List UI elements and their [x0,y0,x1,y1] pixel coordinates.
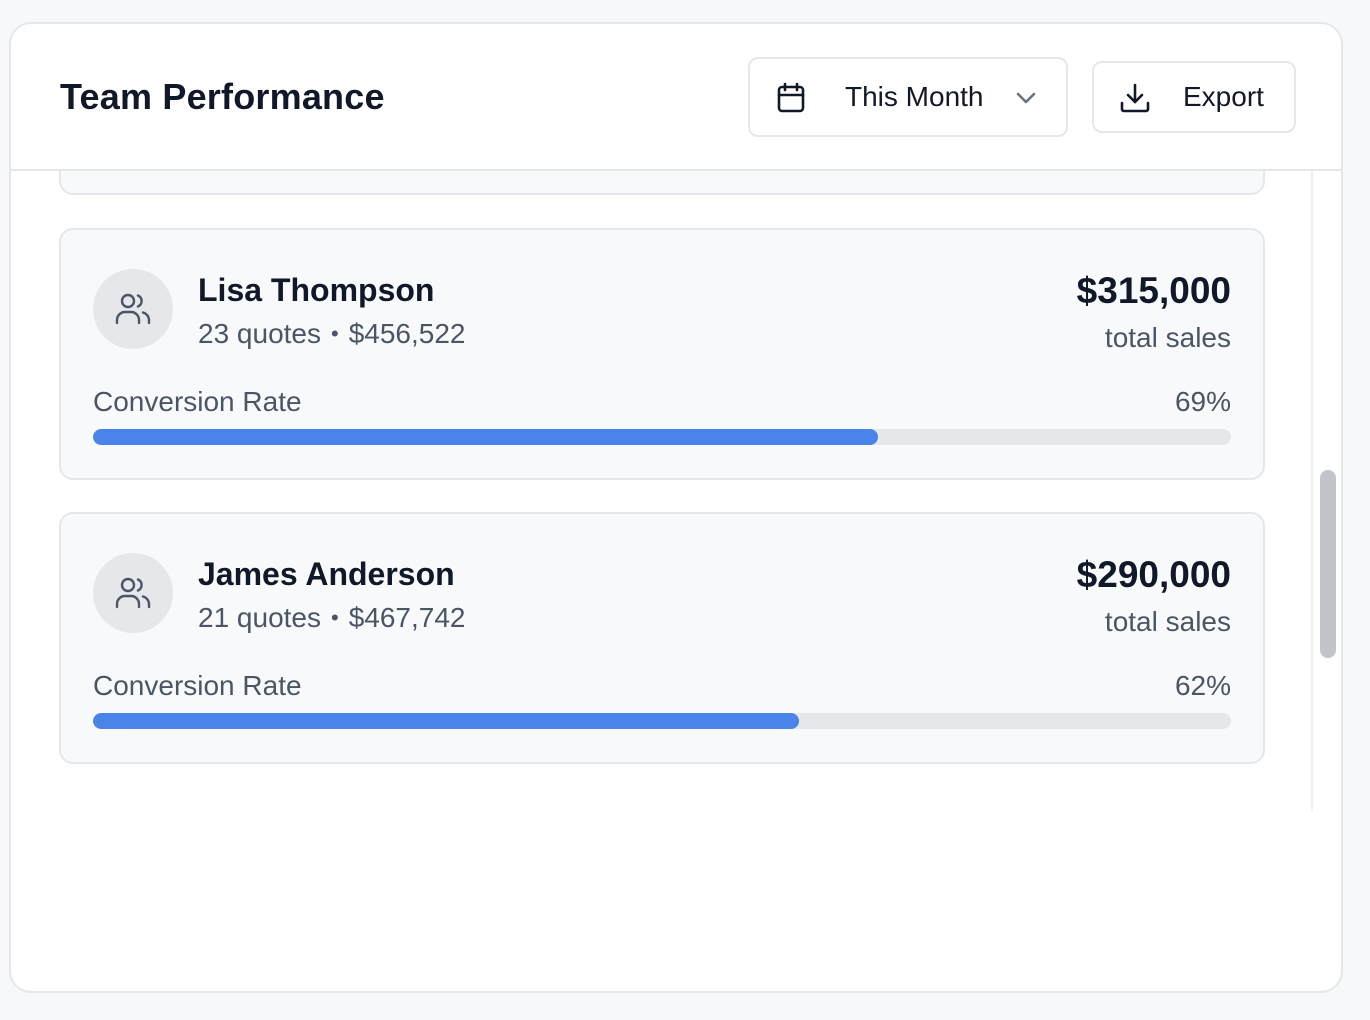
member-total-sales: $290,000 [1076,554,1231,595]
export-button[interactable]: Export [1092,61,1296,133]
team-member-card: James Anderson 21 quotes • $467,742 $290… [59,512,1265,764]
calendar-icon [774,81,808,115]
member-quote-count: 21 quotes [198,602,321,633]
users-icon [93,553,173,633]
scrollbar-track[interactable] [1311,171,1313,811]
total-sales-label: total sales [1104,322,1231,353]
separator-dot: • [331,605,339,630]
period-select-button[interactable]: This Month [748,57,1068,137]
conversion-progress-fill [93,713,799,729]
conversion-progress-fill [93,429,879,445]
conversion-rate-label: Conversion Rate [93,386,302,417]
conversion-progress-bar [93,713,1231,729]
separator-dot: • [331,321,339,346]
member-total-sales: $315,000 [1076,270,1231,311]
member-quote-count: 23 quotes [198,318,321,349]
scrollbar-thumb[interactable] [1320,470,1336,658]
member-quote-summary: 23 quotes • $456,522 [198,318,466,350]
conversion-rate-value: 62% [1174,670,1231,701]
chevron-down-icon [1012,85,1040,111]
member-name: Lisa Thompson [198,272,435,308]
export-button-label: Export [1183,81,1264,112]
member-quote-summary: 21 quotes • $467,742 [198,602,466,634]
member-quote-value: $467,742 [348,602,466,633]
team-member-list[interactable]: Lisa Thompson 23 quotes • $456,522 $315,… [11,171,1341,811]
conversion-progress-bar [93,429,1231,445]
team-member-card [59,171,1265,195]
team-member-card: Lisa Thompson 23 quotes • $456,522 $315,… [59,228,1265,480]
total-sales-label: total sales [1104,606,1231,637]
conversion-rate-value: 69% [1174,386,1231,417]
period-select-label: This Month [845,81,984,112]
page-title: Team Performance [60,76,385,117]
conversion-rate-label: Conversion Rate [93,670,302,701]
member-name: James Anderson [198,556,455,592]
panel-header: Team Performance This Month Export [11,24,1341,171]
member-quote-value: $456,522 [348,318,466,349]
team-performance-panel: Team Performance This Month Export Lisa … [9,22,1343,993]
users-icon [93,269,173,349]
download-icon [1118,81,1152,115]
